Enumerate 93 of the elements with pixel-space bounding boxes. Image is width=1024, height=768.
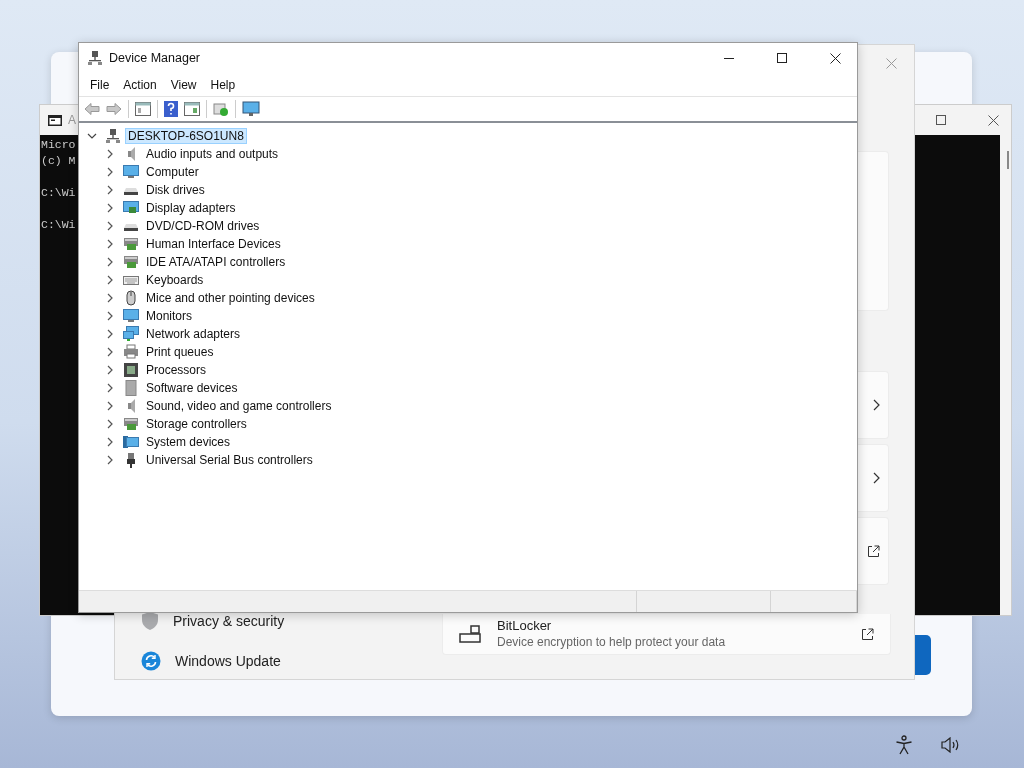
console-line: Micro [41, 138, 76, 151]
tree-item[interactable]: Universal Serial Bus controllers [143, 452, 316, 468]
chevron-icon [873, 399, 880, 411]
tree-item[interactable]: Sound, video and game controllers [143, 398, 335, 414]
terminal-icon [48, 114, 62, 126]
window-title: A [68, 113, 76, 127]
expand-chevron-icon[interactable] [105, 383, 115, 393]
forward-arrow-icon[interactable] [106, 102, 122, 116]
expand-chevron-icon[interactable] [105, 365, 115, 375]
circuit-board-icon [123, 254, 139, 270]
expand-chevron-icon[interactable] [105, 311, 115, 321]
tree-item[interactable]: Keyboards [143, 272, 207, 288]
scrollbar-thumb[interactable] [1007, 151, 1009, 169]
expand-chevron-icon[interactable] [105, 455, 115, 465]
scan-hardware-icon[interactable] [213, 101, 229, 117]
network-icon [123, 326, 139, 342]
chip-icon [123, 362, 139, 378]
external-link-icon [867, 544, 880, 558]
collapse-chevron-icon[interactable] [87, 131, 97, 141]
tree-item[interactable]: Software devices [143, 380, 241, 396]
tree-item[interactable]: Storage controllers [143, 416, 250, 432]
speaker-icon[interactable] [941, 737, 961, 753]
accessibility-icon[interactable] [895, 735, 913, 755]
update-icon [141, 651, 161, 671]
expand-chevron-icon[interactable] [105, 275, 115, 285]
device-icon [123, 380, 139, 396]
menu-item[interactable]: Action [116, 75, 164, 94]
tree-item[interactable]: DVD/CD-ROM drives [143, 218, 263, 234]
tree-item[interactable]: Print queues [143, 344, 217, 360]
settings-card[interactable] [857, 517, 889, 585]
expand-chevron-icon[interactable] [105, 347, 115, 357]
monitor-icon [123, 434, 139, 450]
settings-card[interactable] [857, 151, 889, 311]
circuit-board-icon [123, 416, 139, 432]
nav-item[interactable]: Windows Update [141, 650, 285, 672]
monitor-icon [123, 308, 139, 324]
tree-item[interactable]: Display adapters [143, 200, 239, 216]
window-pane-icon[interactable] [135, 102, 151, 116]
console-line: (c) M [41, 154, 76, 167]
help-icon[interactable] [164, 101, 178, 117]
expand-chevron-icon[interactable] [105, 401, 115, 411]
menu-item[interactable]: Help [203, 75, 243, 94]
maximize-icon[interactable] [936, 115, 946, 125]
computer-tree-icon [88, 50, 102, 66]
expand-chevron-icon[interactable] [105, 185, 115, 195]
close-icon[interactable] [830, 52, 841, 64]
circuit-board-icon [123, 236, 139, 252]
nav-item[interactable]: Privacy & security [141, 610, 285, 632]
shield-icon [141, 611, 159, 631]
maximize-icon[interactable] [777, 53, 787, 63]
expand-chevron-icon[interactable] [105, 257, 115, 267]
tree-item[interactable]: Computer [143, 164, 202, 180]
chevron-icon [873, 472, 880, 484]
window-title: Device Manager [109, 51, 200, 65]
tree-item[interactable]: Processors [143, 362, 210, 378]
settings-card[interactable] [857, 371, 889, 439]
settings-card[interactable]: BitLocker Device encryption to help protect your data [442, 614, 891, 655]
back-arrow-icon[interactable] [84, 102, 100, 116]
expand-chevron-icon[interactable] [105, 203, 115, 213]
tree-item[interactable]: IDE ATA/ATAPI controllers [143, 254, 289, 270]
menu-item[interactable]: View [163, 75, 204, 94]
tree-item[interactable]: Monitors [143, 308, 195, 324]
monitor-icon[interactable] [242, 101, 260, 117]
card-title: BitLocker [497, 618, 553, 634]
tree-item[interactable]: DESKTOP-6SO1UN8 [125, 128, 247, 144]
printer-icon [123, 344, 139, 360]
expand-chevron-icon[interactable] [105, 149, 115, 159]
mouse-icon [123, 290, 139, 306]
tree-item[interactable]: Human Interface Devices [143, 236, 284, 252]
expand-chevron-icon[interactable] [105, 419, 115, 429]
drive-lock-icon [459, 624, 481, 644]
settings-card[interactable] [857, 444, 889, 512]
console-line: C:\Wi [41, 218, 76, 231]
monitor-icon [123, 164, 139, 180]
expand-chevron-icon[interactable] [105, 293, 115, 303]
external-link-icon [861, 627, 874, 641]
tree-item[interactable]: System devices [143, 434, 234, 450]
expand-chevron-icon[interactable] [105, 239, 115, 249]
tree-item[interactable]: Disk drives [143, 182, 208, 198]
expand-chevron-icon[interactable] [105, 329, 115, 339]
expand-chevron-icon[interactable] [105, 437, 115, 447]
expand-chevron-icon[interactable] [105, 221, 115, 231]
close-icon[interactable] [988, 114, 999, 126]
expand-chevron-icon[interactable] [105, 167, 115, 177]
window-pane-icon[interactable] [184, 102, 200, 116]
tree-item[interactable]: Audio inputs and outputs [143, 146, 282, 162]
computer-tree-icon [105, 128, 121, 144]
display-adapter-icon [123, 200, 139, 216]
console-line: C:\Wi [41, 186, 76, 199]
menu-item[interactable]: File [83, 75, 117, 94]
card-description: Device encryption to help protect your data [497, 634, 727, 650]
tree-item[interactable]: Network adapters [143, 326, 244, 342]
tree-item[interactable]: Mice and other pointing devices [143, 290, 318, 306]
